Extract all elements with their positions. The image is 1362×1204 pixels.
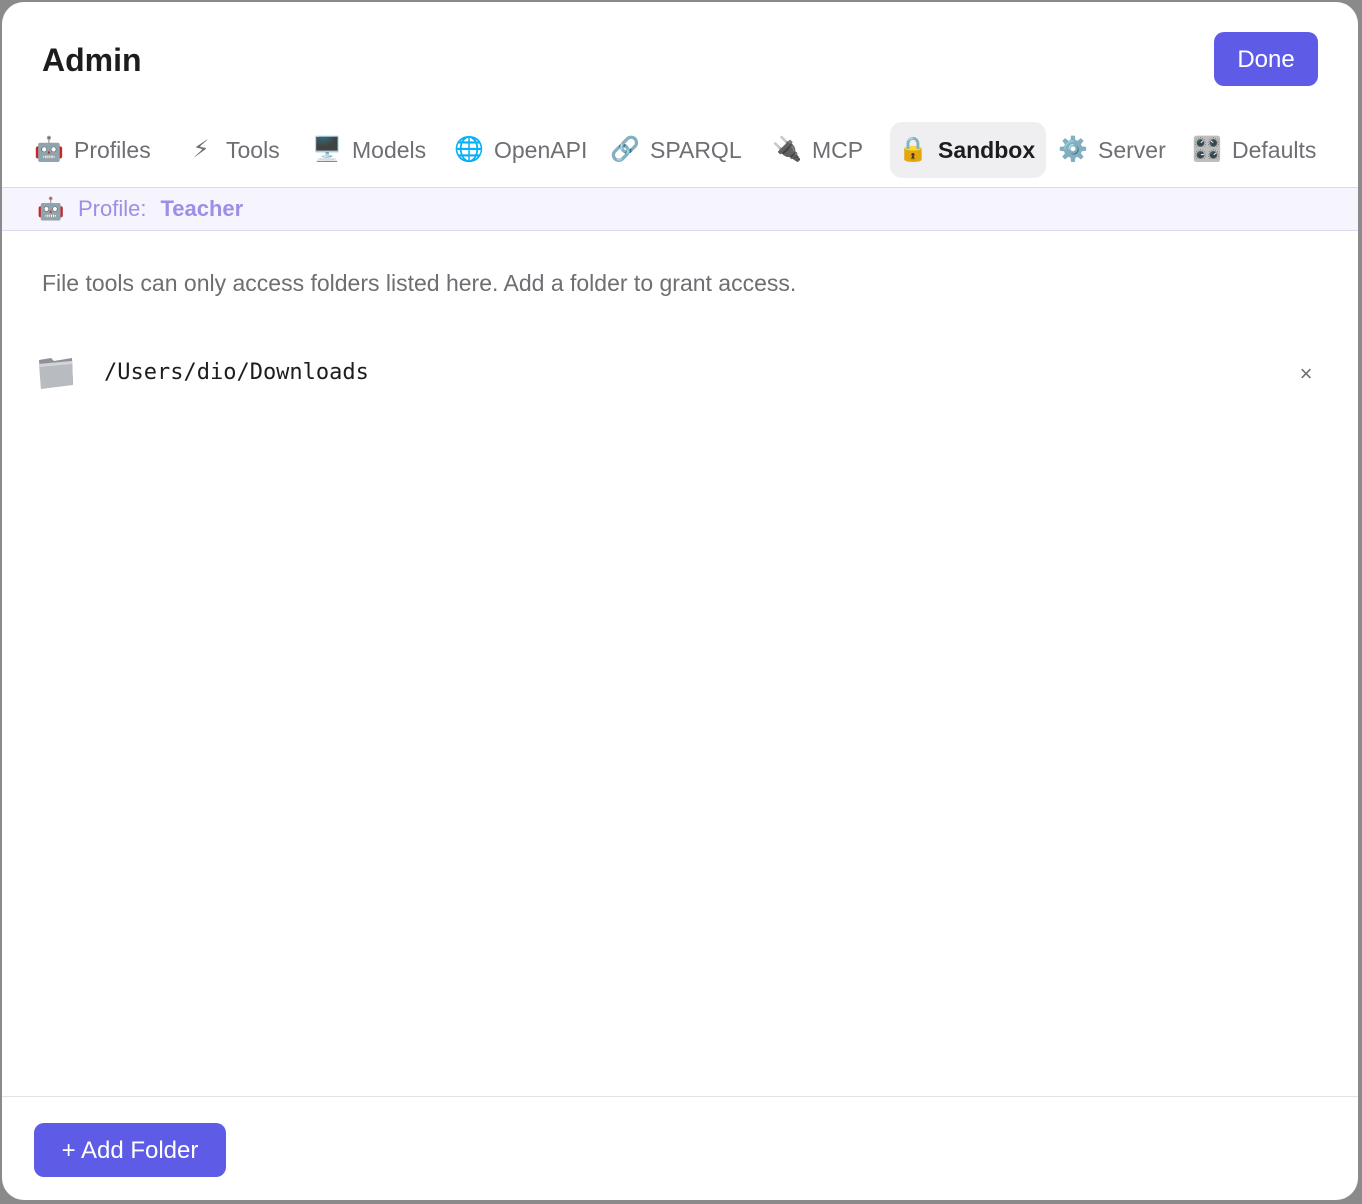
profile-bar: 🤖 Profile: Teacher [2, 187, 1358, 231]
robot-icon: 🤖 [37, 196, 65, 221]
tab-models[interactable]: 🖥️ Models [312, 122, 442, 178]
tab-defaults[interactable]: 🎛️ Defaults [1192, 122, 1332, 178]
tab-server[interactable]: ⚙️ Server [1058, 122, 1178, 178]
folder-path: /Users/dio/Downloads [104, 360, 369, 385]
tab-label: Profiles [74, 136, 151, 163]
tab-label: Tools [226, 136, 280, 163]
monitor-icon: 🖥️ [312, 136, 342, 163]
control-knobs-icon: 🎛️ [1192, 136, 1222, 163]
tab-label: OpenAPI [494, 136, 588, 163]
done-button[interactable]: Done [1214, 32, 1318, 86]
tab-mcp[interactable]: 🔌 MCP [772, 122, 876, 178]
footer: + Add Folder [2, 1096, 1358, 1200]
admin-window: Admin Done 🤖 Profiles ⚡ Tools 🖥️ Models … [2, 2, 1358, 1200]
tab-openapi[interactable]: 🌐 OpenAPI [454, 122, 598, 178]
tab-sandbox[interactable]: 🔒 Sandbox [890, 122, 1046, 178]
tab-label: SPARQL [650, 136, 742, 163]
lock-icon: 🔒 [898, 136, 928, 163]
plug-icon: 🔌 [772, 136, 802, 163]
tab-profiles[interactable]: 🤖 Profiles [34, 122, 166, 178]
tab-label: Sandbox [938, 136, 1036, 163]
tab-bar: 🤖 Profiles ⚡ Tools 🖥️ Models 🌐 OpenAPI 🔗… [2, 122, 1358, 178]
gear-icon: ⚙️ [1058, 136, 1088, 163]
profile-name: Teacher [160, 196, 244, 221]
lightning-icon: ⚡ [192, 136, 210, 163]
tab-tools[interactable]: ⚡ Tools [186, 122, 294, 178]
sandbox-description: File tools can only access folders liste… [42, 270, 797, 296]
folder-icon [39, 358, 73, 389]
robot-icon: 🤖 [34, 136, 64, 163]
header: Admin Done [2, 2, 1358, 112]
tab-label: MCP [812, 136, 864, 163]
tab-sparql[interactable]: 🔗 SPARQL [610, 122, 754, 178]
remove-folder-button[interactable]: × [1290, 358, 1322, 390]
tab-label: Defaults [1232, 136, 1317, 163]
link-icon: 🔗 [610, 136, 640, 163]
tab-label: Models [352, 136, 427, 163]
globe-icon: 🌐 [454, 136, 484, 163]
folder-row: /Users/dio/Downloads × [2, 348, 1358, 404]
tab-label: Server [1098, 136, 1166, 163]
window-title: Admin [42, 42, 142, 78]
profile-label: Profile: [78, 196, 147, 221]
add-folder-button[interactable]: + Add Folder [34, 1123, 226, 1177]
